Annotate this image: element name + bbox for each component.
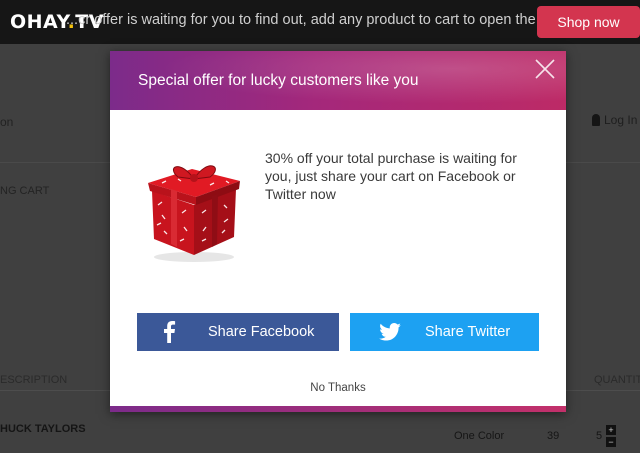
user-icon <box>592 114 600 126</box>
share-facebook-button[interactable]: Share Facebook <box>137 313 339 351</box>
quantity-decrease-button[interactable]: − <box>606 437 616 447</box>
facebook-icon <box>162 321 176 347</box>
quantity-stepper: + − <box>606 425 616 449</box>
product-price: 39 <box>547 430 560 442</box>
share-offer-modal: Special offer for lucky customers like y… <box>110 51 566 412</box>
modal-footer-strip <box>110 406 566 412</box>
offer-description: 30% off your total purchase is waiting f… <box>265 150 517 202</box>
promo-bar: OHAY.TV ...cr offer is waiting for you t… <box>0 0 640 44</box>
nav-link[interactable]: on <box>0 115 13 129</box>
promo-message: ...cr offer is waiting for you to find o… <box>66 12 572 28</box>
product-quantity: 5 <box>596 430 603 442</box>
modal-title: Special offer for lucky customers like y… <box>138 72 419 89</box>
breadcrumb: NG CART <box>0 185 50 197</box>
shop-now-button[interactable]: Shop now <box>537 6 640 38</box>
gift-box-icon <box>144 149 244 265</box>
column-header-quantity: QUANTITY <box>594 374 640 386</box>
quantity-increase-button[interactable]: + <box>606 425 616 435</box>
close-icon[interactable] <box>533 57 557 81</box>
share-twitter-button[interactable]: Share Twitter <box>350 313 539 351</box>
modal-header: Special offer for lucky customers like y… <box>110 51 566 110</box>
twitter-icon <box>379 323 401 345</box>
login-link[interactable]: Log In <box>592 113 637 127</box>
share-facebook-label: Share Facebook <box>208 324 315 340</box>
column-header-description: ESCRIPTION <box>0 374 68 386</box>
no-thanks-link[interactable]: No Thanks <box>110 382 566 394</box>
share-twitter-label: Share Twitter <box>425 324 511 340</box>
product-name: HUCK TAYLORS <box>0 423 86 435</box>
product-color: One Color <box>454 430 505 442</box>
